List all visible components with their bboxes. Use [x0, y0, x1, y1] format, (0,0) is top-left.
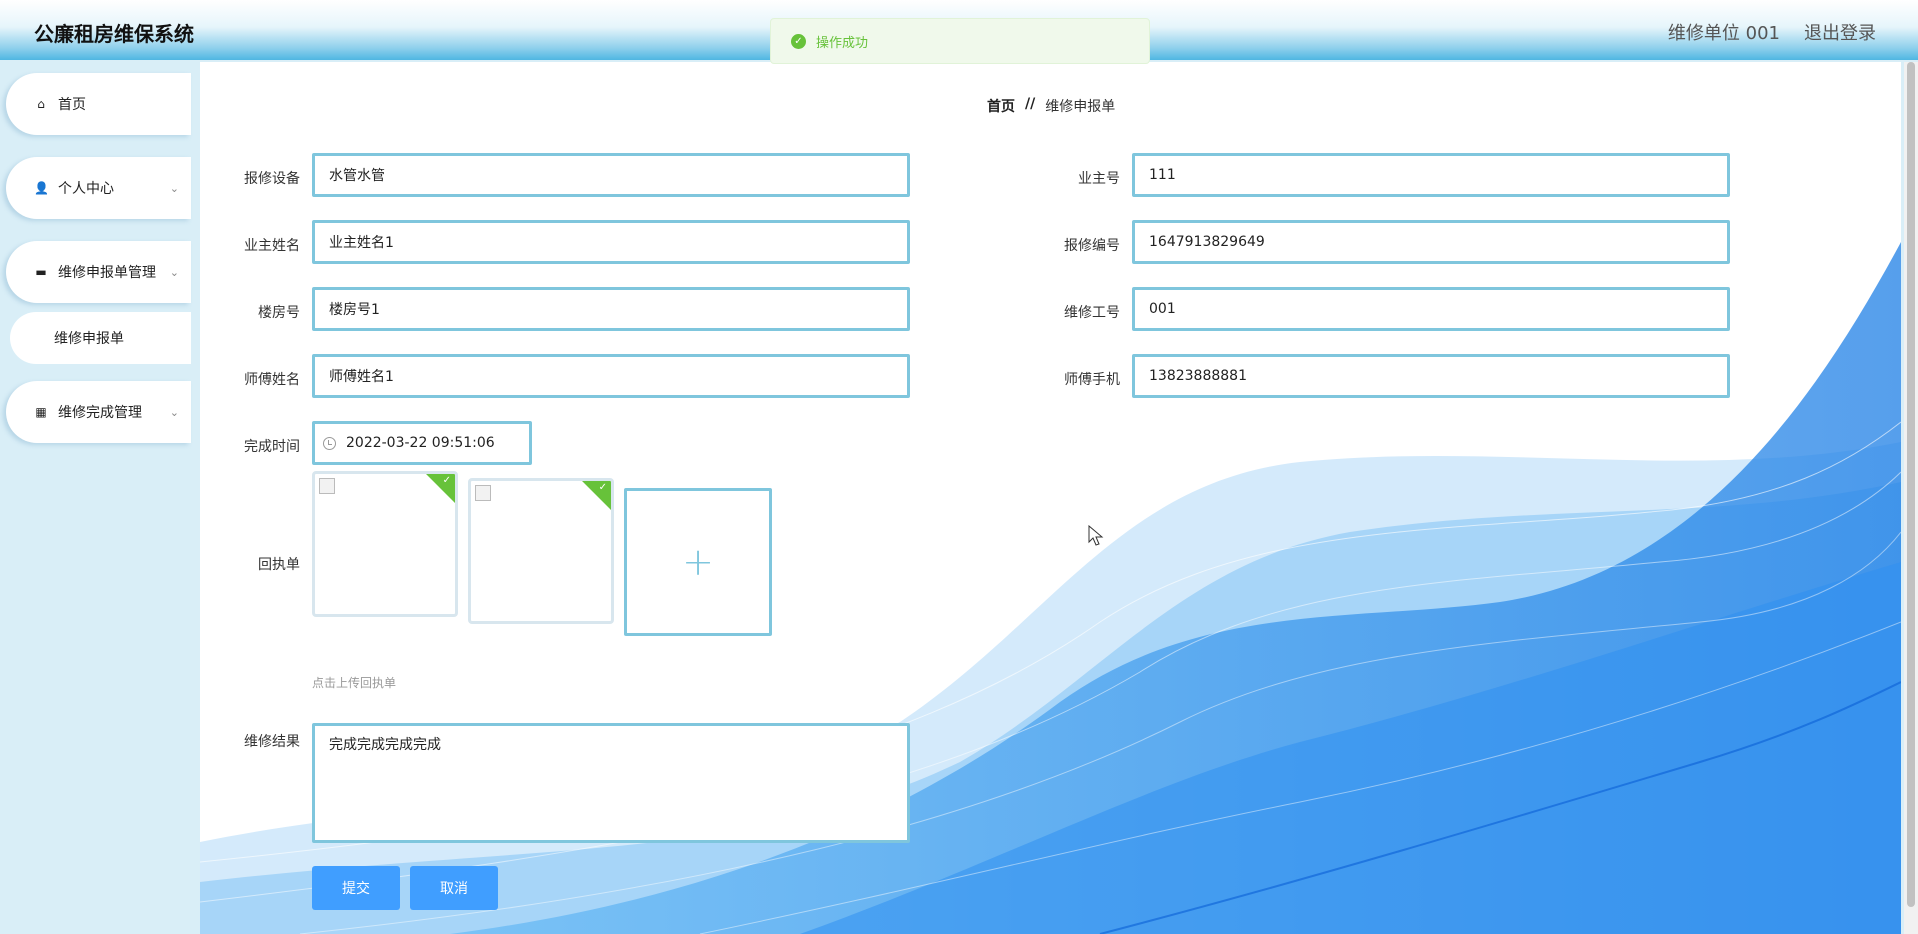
sidebar-item-profile[interactable]: 👤 个人中心 ⌄ — [6, 157, 191, 219]
plus-icon: + — [682, 540, 714, 584]
device-field[interactable]: 水管水管 — [312, 153, 910, 197]
worker-id-field[interactable]: 001 — [1132, 287, 1730, 331]
toast-message: 操作成功 — [816, 35, 869, 51]
uploaded-badge — [423, 474, 455, 506]
grid-icon: ▦ — [35, 405, 47, 419]
breadcrumb-separator: // — [1025, 96, 1036, 112]
sidebar-item-label: 个人中心 — [58, 181, 114, 197]
chevron-down-icon: ⌄ — [169, 405, 179, 419]
breadcrumb: 首页 // 维修申报单 — [987, 96, 1115, 116]
owner-no-field[interactable]: 111 — [1132, 153, 1730, 197]
owner-name-field[interactable]: 业主姓名1 — [312, 220, 910, 264]
worker-id-label: 维修工号 — [1064, 305, 1120, 321]
receipt-image-1[interactable]: ✓ — [312, 471, 458, 617]
mouse-cursor-icon — [1088, 525, 1104, 546]
sidebar-item-home[interactable]: ⌂ 首页 — [6, 73, 191, 135]
app-title: 公廉租房维保系统 — [34, 22, 194, 46]
breadcrumb-current: 维修申报单 — [1045, 99, 1116, 115]
upload-button[interactable]: + — [624, 488, 772, 636]
broken-image-icon — [319, 478, 335, 494]
home-icon: ⌂ — [37, 97, 45, 111]
sidebar-item-completion-management[interactable]: ▦ 维修完成管理 ⌄ — [6, 381, 191, 443]
chevron-down-icon: ⌄ — [169, 265, 179, 279]
success-toast: ✓ 操作成功 — [770, 18, 1150, 64]
master-phone-label: 师傅手机 — [1064, 372, 1120, 388]
cancel-button[interactable]: 取消 — [410, 866, 498, 910]
submit-button[interactable]: 提交 — [312, 866, 400, 910]
sidebar-item-label: 维修申报单管理 — [58, 265, 156, 281]
finish-time-picker[interactable]: 2022-03-22 09:51:06 — [312, 421, 532, 465]
device-label: 报修设备 — [244, 171, 300, 187]
sidebar-item-repair-request-management[interactable]: ▬ 维修申报单管理 ⌄ — [6, 241, 191, 303]
uploaded-badge — [579, 481, 611, 513]
receipt-hint: 点击上传回执单 — [312, 676, 397, 690]
building-field[interactable]: 楼房号1 — [312, 287, 910, 331]
chevron-down-icon: ⌄ — [169, 181, 179, 195]
broken-image-icon — [475, 485, 491, 501]
repair-no-field[interactable]: 1647913829649 — [1132, 220, 1730, 264]
building-label: 楼房号 — [258, 305, 300, 321]
result-textarea[interactable]: 完成完成完成完成 — [312, 723, 910, 843]
owner-no-label: 业主号 — [1078, 171, 1120, 187]
main-content: 首页 // 维修申报单 报修设备 水管水管 业主姓名 业主姓名1 楼房号 楼房号… — [200, 62, 1901, 934]
master-phone-field[interactable]: 13823888881 — [1132, 354, 1730, 398]
user-icon: 👤 — [34, 181, 49, 195]
result-label: 维修结果 — [244, 734, 300, 750]
success-check-icon: ✓ — [791, 33, 806, 49]
check-icon: ✓ — [598, 482, 607, 493]
sidebar-subitem-repair-request[interactable]: 维修申报单 — [10, 312, 191, 364]
finish-time-value: 2022-03-22 09:51:06 — [346, 435, 495, 451]
receipt-label: 回执单 — [258, 557, 300, 573]
finish-time-label: 完成时间 — [244, 439, 300, 455]
breadcrumb-home[interactable]: 首页 — [987, 96, 1015, 116]
clock-icon — [323, 436, 336, 450]
sidebar-item-label: 维修完成管理 — [58, 405, 142, 421]
scrollbar-thumb[interactable] — [1907, 62, 1915, 907]
owner-name-label: 业主姓名 — [244, 238, 300, 254]
message-icon: ▬ — [35, 265, 47, 279]
logout-link[interactable]: 退出登录 — [1804, 19, 1876, 45]
sidebar-item-label: 维修申报单 — [54, 331, 124, 347]
sidebar-item-label: 首页 — [58, 97, 86, 113]
sidebar: ⌂ 首页 👤 个人中心 ⌄ ▬ 维修申报单管理 ⌄ 维修申报单 ▦ 维修完成管理… — [0, 60, 200, 934]
master-name-field[interactable]: 师傅姓名1 — [312, 354, 910, 398]
check-icon: ✓ — [442, 475, 451, 486]
current-user[interactable]: 维修单位 001 — [1668, 19, 1780, 45]
repair-no-label: 报修编号 — [1064, 238, 1120, 254]
master-name-label: 师傅姓名 — [244, 372, 300, 388]
page-scrollbar[interactable] — [1904, 62, 1918, 934]
receipt-image-2[interactable]: ✓ — [468, 478, 614, 624]
header-user-area: 维修单位 001 退出登录 — [1668, 19, 1876, 45]
